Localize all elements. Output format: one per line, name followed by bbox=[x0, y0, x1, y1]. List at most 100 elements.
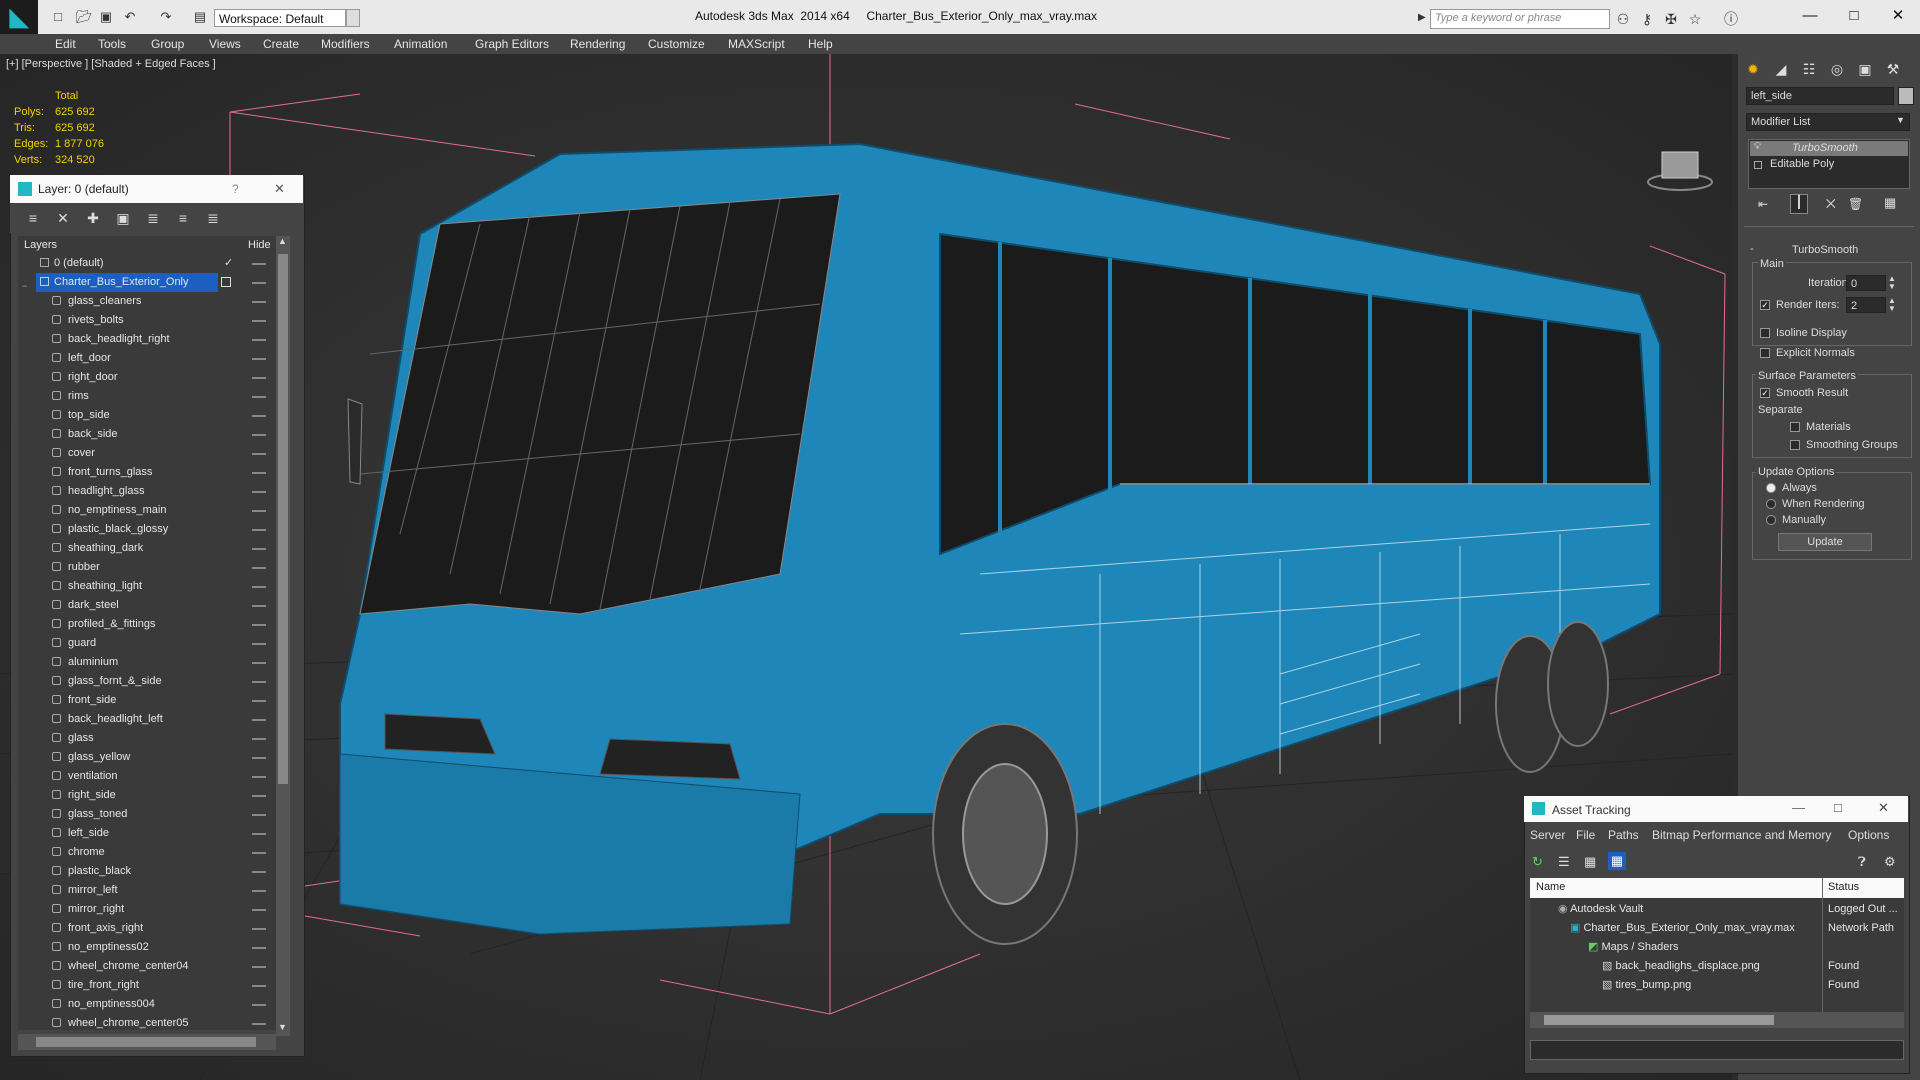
minimize-icon[interactable]: — bbox=[1792, 800, 1805, 815]
layer-object-row[interactable]: front_turns_glass bbox=[18, 463, 276, 482]
hide-toggle[interactable] bbox=[252, 282, 266, 284]
layer-object-row[interactable]: plastic_black bbox=[18, 862, 276, 881]
layer-object-row[interactable]: right_side bbox=[18, 786, 276, 805]
app-logo-icon[interactable]: ◣ bbox=[0, 0, 38, 36]
layer-object-row[interactable]: no_emptiness004 bbox=[18, 995, 276, 1014]
hide-toggle[interactable] bbox=[252, 852, 266, 854]
hide-toggle[interactable] bbox=[252, 909, 266, 911]
new-file-icon[interactable]: □ bbox=[50, 9, 66, 25]
layer-object-row[interactable]: chrome bbox=[18, 843, 276, 862]
layer-object-row[interactable]: right_door bbox=[18, 368, 276, 387]
hscroll-thumb[interactable] bbox=[1544, 1015, 1774, 1025]
layer-list-hscroll[interactable] bbox=[18, 1034, 276, 1050]
hide-all-icon[interactable]: ≡ bbox=[174, 209, 192, 227]
scroll-thumb[interactable] bbox=[278, 254, 288, 784]
create-tab-icon[interactable]: ✹ bbox=[1742, 58, 1764, 80]
current-layer-box[interactable] bbox=[221, 277, 231, 287]
hide-toggle[interactable] bbox=[252, 1023, 266, 1025]
hide-toggle[interactable] bbox=[252, 320, 266, 322]
layer-object-row[interactable]: rivets_bolts bbox=[18, 311, 276, 330]
freeze-all-icon[interactable]: ≣ bbox=[204, 209, 222, 227]
layer-object-row[interactable]: glass_yellow bbox=[18, 748, 276, 767]
layer-object-row[interactable]: glass_fornt_&_side bbox=[18, 672, 276, 691]
project-icon[interactable]: ▤ bbox=[192, 9, 208, 25]
hide-toggle[interactable] bbox=[252, 396, 266, 398]
hide-toggle[interactable] bbox=[252, 605, 266, 607]
make-unique-icon[interactable]: ⨉ bbox=[1826, 197, 1836, 212]
asset-row[interactable]: ▣ Charter_Bus_Exterior_Only_max_vray.max bbox=[1570, 919, 1795, 938]
hide-toggle[interactable] bbox=[252, 491, 266, 493]
hide-toggle[interactable] bbox=[252, 567, 266, 569]
layer-object-row[interactable]: back_headlight_left bbox=[18, 710, 276, 729]
layer-object-row[interactable]: wheel_chrome_center04 bbox=[18, 957, 276, 976]
hide-toggle[interactable] bbox=[252, 1004, 266, 1006]
motion-tab-icon[interactable]: ◎ bbox=[1826, 58, 1848, 80]
layer-object-row[interactable]: ventilation bbox=[18, 767, 276, 786]
hide-toggle[interactable] bbox=[252, 358, 266, 360]
at-menu-bitmap-performance[interactable]: Bitmap Performance and Memory bbox=[1652, 828, 1831, 842]
hide-toggle[interactable] bbox=[252, 738, 266, 740]
spinner-icon[interactable]: ▲ ▼ bbox=[1888, 275, 1896, 291]
layer-object-row[interactable]: mirror_right bbox=[18, 900, 276, 919]
hide-toggle[interactable] bbox=[252, 377, 266, 379]
hide-toggle[interactable] bbox=[252, 757, 266, 759]
layer-object-row[interactable]: mirror_left bbox=[18, 881, 276, 900]
asset-table[interactable]: Name Status ◉ Autodesk Vault Logged Out … bbox=[1530, 878, 1904, 1028]
object-color-swatch[interactable] bbox=[1898, 87, 1914, 105]
asset-hscroll[interactable] bbox=[1530, 1012, 1904, 1028]
maximize-icon[interactable]: □ bbox=[1834, 800, 1842, 815]
delete-layer-icon[interactable]: ✕ bbox=[54, 209, 72, 227]
layer-object-row[interactable]: glass bbox=[18, 729, 276, 748]
hide-toggle[interactable] bbox=[252, 719, 266, 721]
smoothing-groups-checkbox[interactable] bbox=[1790, 440, 1800, 450]
menu-rendering[interactable]: Rendering bbox=[570, 34, 625, 54]
layer-object-row[interactable]: profiled_&_fittings bbox=[18, 615, 276, 634]
layer-object-row[interactable]: dark_steel bbox=[18, 596, 276, 615]
check-icon[interactable]: ✓ bbox=[224, 254, 233, 273]
display-tab-icon[interactable]: ▣ bbox=[1854, 58, 1876, 80]
column-hide[interactable]: Hide bbox=[248, 239, 271, 251]
isoline-checkbox[interactable] bbox=[1760, 328, 1770, 338]
hide-toggle[interactable] bbox=[252, 871, 266, 873]
layer-object-row[interactable]: left_side bbox=[18, 824, 276, 843]
expand-arrow-icon[interactable]: ▶ bbox=[1418, 12, 1426, 23]
materials-checkbox[interactable] bbox=[1790, 422, 1800, 432]
chevron-down-icon[interactable]: ▼ bbox=[1896, 115, 1905, 125]
settings-icon[interactable]: ⚙ bbox=[1884, 854, 1896, 870]
key-icon[interactable]: ⚷ bbox=[1638, 10, 1656, 28]
hide-toggle[interactable] bbox=[252, 548, 266, 550]
column-name[interactable]: Name bbox=[1536, 878, 1565, 897]
layer-object-row[interactable]: guard bbox=[18, 634, 276, 653]
open-file-icon[interactable]: 📂︎ bbox=[76, 9, 93, 25]
configure-sets-icon[interactable]: ▦ bbox=[1884, 195, 1896, 211]
scroll-up-icon[interactable]: ▲ bbox=[278, 236, 287, 246]
modifier-list-dropdown[interactable]: Modifier List bbox=[1746, 113, 1910, 131]
layer-row-default[interactable]: 0 (default) ✓ bbox=[18, 254, 276, 273]
layer-object-row[interactable]: cover bbox=[18, 444, 276, 463]
redo-icon[interactable]: ↷ bbox=[158, 9, 174, 25]
hide-toggle[interactable] bbox=[252, 434, 266, 436]
menu-tools[interactable]: Tools bbox=[98, 34, 126, 54]
at-menu-options[interactable]: Options bbox=[1848, 828, 1889, 842]
stack-item-turbosmooth[interactable]: TurboSmooth bbox=[1792, 142, 1858, 154]
layer-object-row[interactable]: wheel_chrome_center05 bbox=[18, 1014, 276, 1033]
hide-toggle[interactable] bbox=[252, 966, 266, 968]
iterations-input[interactable]: 0 bbox=[1846, 275, 1886, 291]
hide-toggle[interactable] bbox=[252, 643, 266, 645]
layer-object-row[interactable]: rims bbox=[18, 387, 276, 406]
help-icon[interactable]: ❓︎ bbox=[1858, 854, 1866, 870]
utilities-tab-icon[interactable]: ⚒ bbox=[1882, 58, 1904, 80]
layer-object-row[interactable]: no_emptiness_main bbox=[18, 501, 276, 520]
hide-toggle[interactable] bbox=[252, 890, 266, 892]
highlight-layer-icon[interactable]: ≣ bbox=[144, 209, 162, 227]
undo-icon[interactable]: ↶ bbox=[122, 9, 138, 25]
hierarchy-tab-icon[interactable]: ☷ bbox=[1798, 58, 1820, 80]
hide-toggle[interactable] bbox=[252, 776, 266, 778]
add-to-layer-icon[interactable]: ✚ bbox=[84, 209, 102, 227]
remove-modifier-icon[interactable]: 🗑︎ bbox=[1848, 197, 1863, 211]
thumbnail-view-icon[interactable]: ▦ bbox=[1584, 854, 1596, 870]
table-view-icon[interactable]: ▦ bbox=[1608, 852, 1626, 870]
menu-graph-editors[interactable]: Graph Editors bbox=[475, 34, 549, 54]
layer-row-selected[interactable]: − Charter_Bus_Exterior_Only bbox=[18, 273, 276, 292]
layer-object-row[interactable]: back_side bbox=[18, 425, 276, 444]
